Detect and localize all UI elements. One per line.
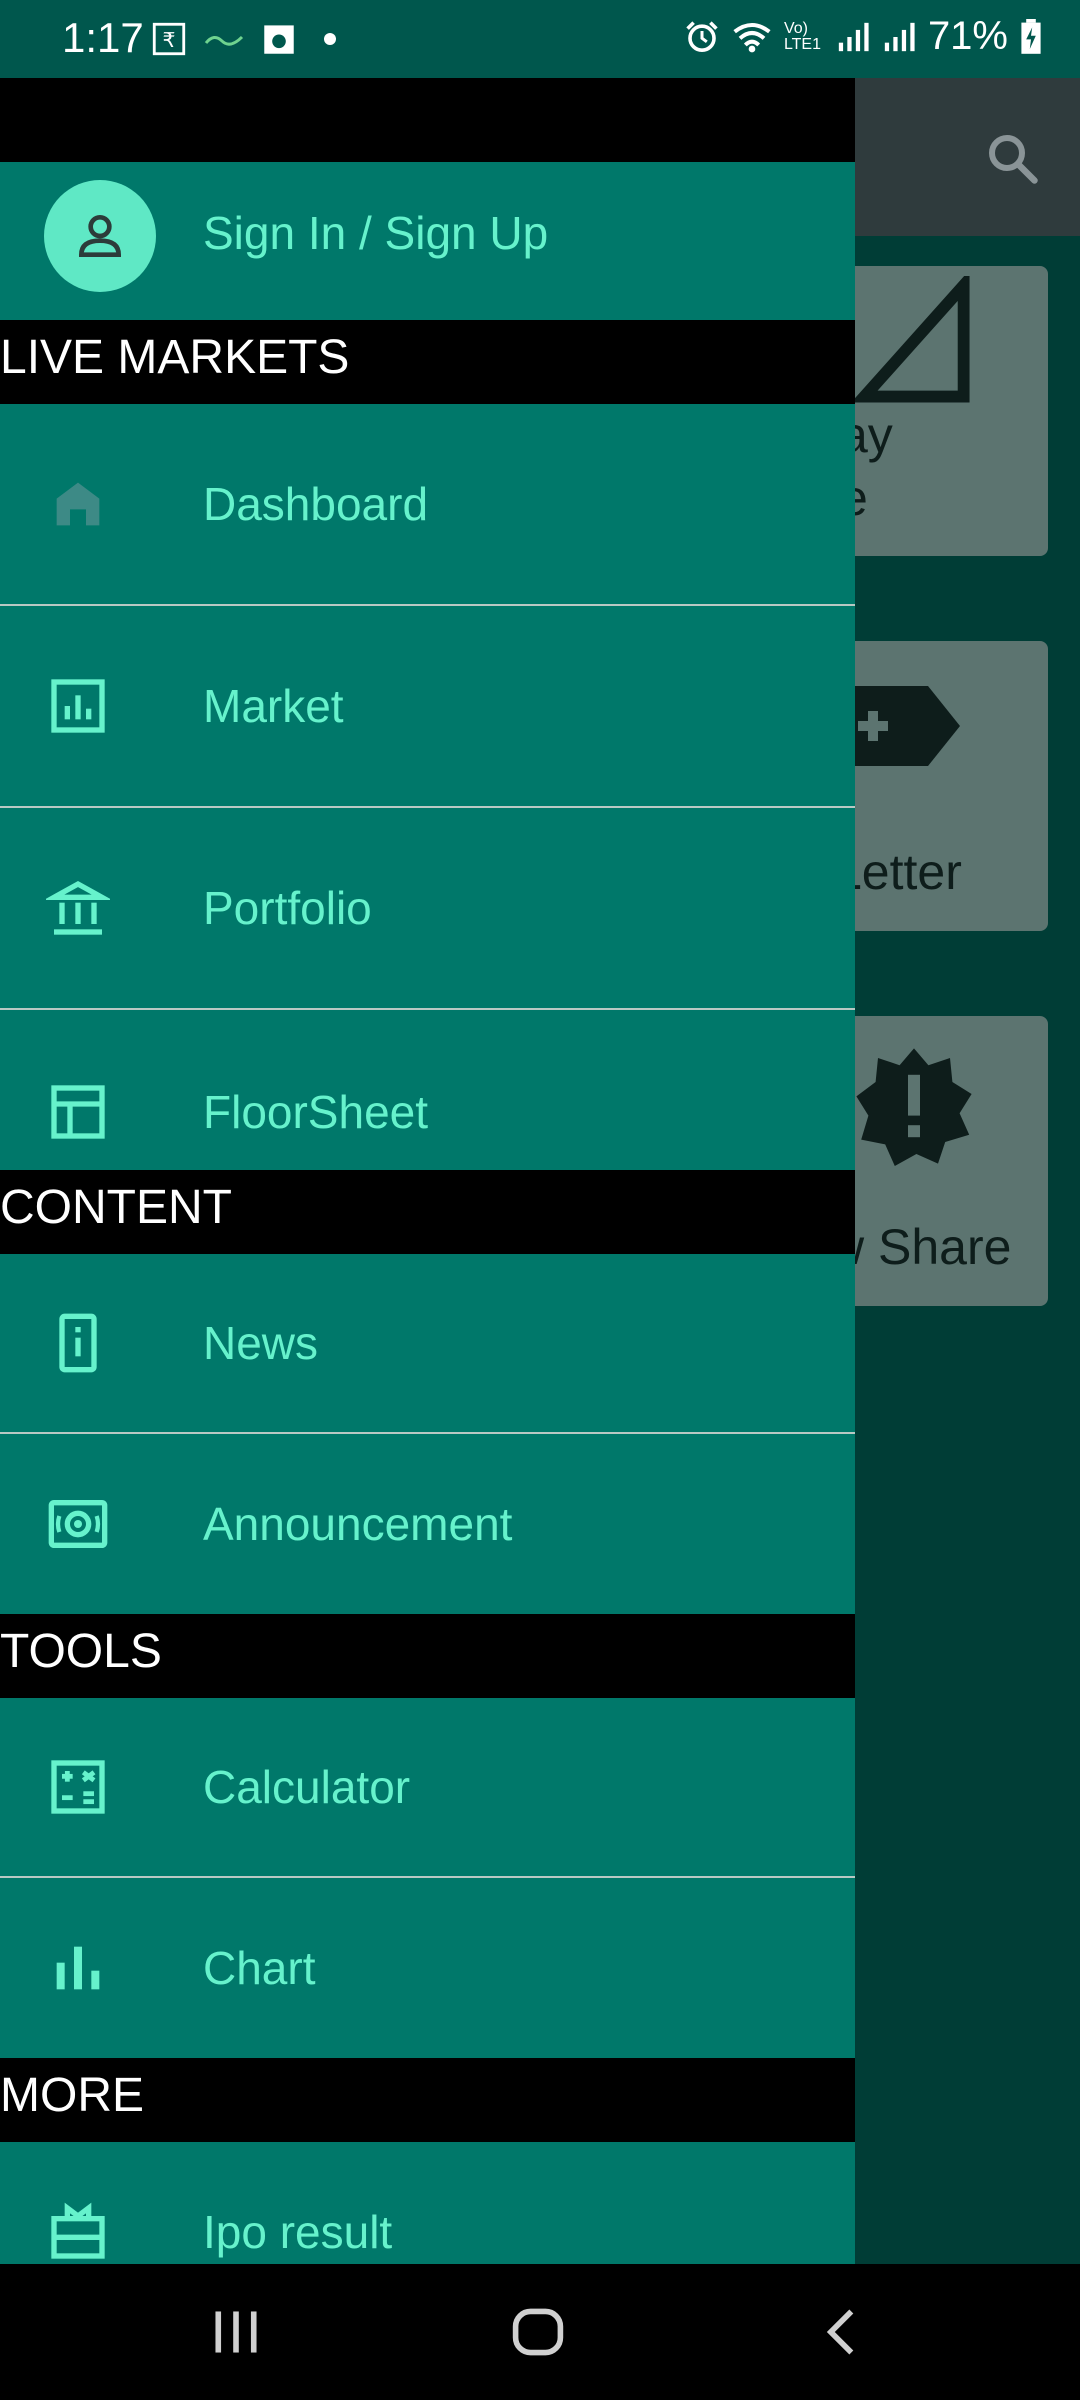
background-card-2[interactable]: Letter [840,641,1048,931]
network-label: Vo) LTE1 [783,19,821,53]
drawer-item-label: Chart [203,1942,316,1994]
recent-apps-icon[interactable] [206,2304,266,2360]
speaker-card-icon [48,1500,108,1548]
section-title: TOOLS [0,1625,162,1678]
section-title: CONTENT [0,1181,232,1234]
battery-percent: 71% [927,14,1008,58]
calendar-app-icon [264,25,294,54]
drawer-item-dashboard[interactable]: Dashboard [0,404,855,606]
signal-icon-2 [884,22,915,51]
section-title: LIVE MARKETS [0,331,350,384]
drawer-item-label: Market [203,680,344,732]
section-header-content: CONTENT [0,1170,855,1254]
background-card-1-caption: ay e [840,407,893,526]
drawer-item-label: FloorSheet [203,1086,429,1138]
info-card-icon [59,1313,97,1373]
sign-in-link[interactable]: Sign In / Sign Up [203,206,548,260]
status-bar: 1:17 ₹ Vo) LTE1 71% [0,0,1080,78]
home-icon [56,482,100,526]
status-right-icons: Vo) LTE1 71% [684,14,1042,59]
background-card-3[interactable]: w Share [840,1016,1048,1306]
rupee-app-icon: ₹ [152,22,186,56]
drawer-item-label: Calculator [203,1761,411,1813]
alarm-icon [686,20,718,52]
section-title: MORE [0,2069,144,2122]
back-icon[interactable] [812,2304,872,2360]
wifi-icon [733,22,771,52]
bank-icon [46,880,110,935]
label-plus-icon [850,686,960,766]
alert-badge-icon [856,1048,972,1166]
drawer-item-market[interactable]: Market [0,606,855,808]
background-card-2-caption: Letter [840,844,962,900]
section-header-more: MORE [0,2058,855,2142]
person-icon [78,215,122,257]
drawer-item-label: Announcement [203,1498,513,1550]
drawer-item-label: Portfolio [203,882,372,934]
drawer-header-bar [0,78,855,162]
signal-icon-1 [838,22,869,51]
status-time: 1:17 [62,14,144,61]
drawer-item-label: Ipo result [203,2206,393,2258]
system-nav-bar [0,2264,1080,2400]
drawer-item-ipo-result[interactable]: Ipo result [0,2142,855,2264]
search-icon[interactable] [982,128,1042,188]
bar-chart-box-icon [51,679,105,733]
background-card-3-caption: w Share [840,1219,1012,1275]
drawer-item-label: News [203,1317,319,1369]
drawer-item-chart[interactable]: Chart [0,1878,855,2058]
section-header-live-markets: LIVE MARKETS [0,320,855,404]
table-layout-icon [51,1085,105,1139]
more-notifications-dot [324,33,336,45]
gift-card-icon [51,2202,105,2259]
drawer-item-announcement[interactable]: Announcement [0,1434,855,1614]
status-notification-icons: ₹ [152,22,336,56]
triangle-icon [854,276,970,403]
drawer-item-news[interactable]: News [0,1254,855,1434]
avatar[interactable] [44,180,156,292]
background-card-1[interactable]: ay e [840,266,1048,556]
calculator-icon [51,1760,105,1814]
home-button-icon[interactable] [508,2304,568,2360]
navigation-drawer: Sign In / Sign Up LIVE MARKETS Dashboard… [0,78,855,2264]
svg-text:₹: ₹ [163,28,176,52]
drawer-item-label: Dashboard [203,478,429,530]
drawer-item-calculator[interactable]: Calculator [0,1698,855,1878]
drawer-item-floorsheet[interactable]: FloorSheet [0,1010,855,1190]
battery-charging-icon [1021,18,1041,54]
squiggle-app-icon [204,35,244,46]
section-header-tools: TOOLS [0,1614,855,1698]
bar-chart-icon [56,1946,100,1990]
drawer-item-portfolio[interactable]: Portfolio [0,808,855,1010]
